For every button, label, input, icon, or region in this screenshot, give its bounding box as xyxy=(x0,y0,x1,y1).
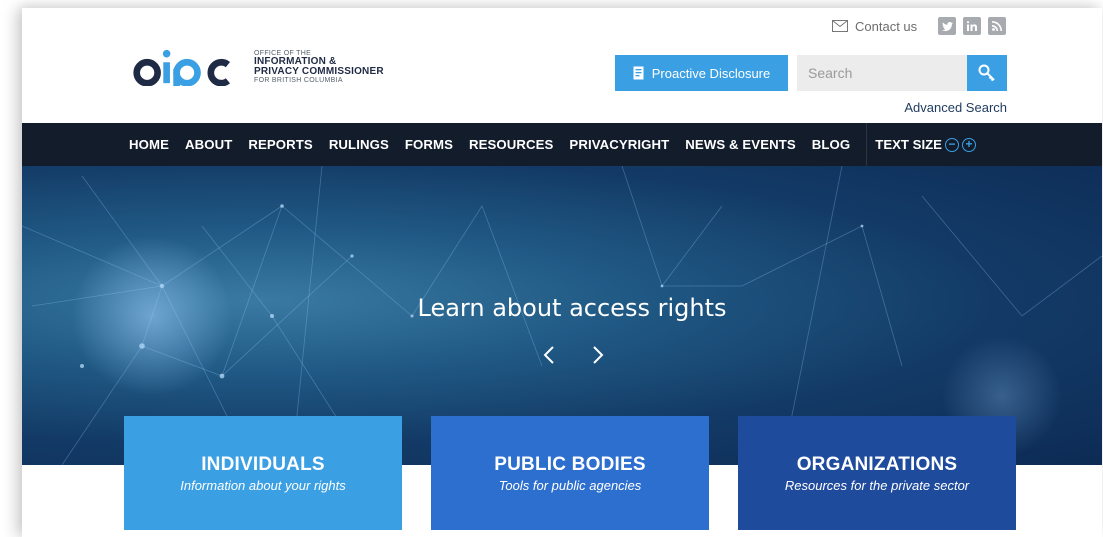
logo-line4: FOR BRITISH COLUMBIA xyxy=(254,77,343,84)
card-title: ORGANIZATIONS xyxy=(796,453,958,475)
nav-item-rulings[interactable]: RULINGS xyxy=(329,137,389,152)
text-size-label: TEXT SIZE xyxy=(875,137,942,152)
nav-item-forms[interactable]: FORMS xyxy=(405,137,453,152)
twitter-icon[interactable] xyxy=(938,17,957,35)
oipc-logo[interactable]: OFFICE OF THE INFORMATION & PRIVACY COMM… xyxy=(132,48,384,86)
nav-item-privacyright[interactable]: PRIVACYRIGHT xyxy=(569,137,669,152)
proactive-disclosure-button[interactable]: Proactive Disclosure xyxy=(615,55,788,91)
advanced-search-link[interactable]: Advanced Search xyxy=(904,100,1007,115)
card-individuals[interactable]: INDIVIDUALS Information about your right… xyxy=(124,416,402,530)
text-size-decrease-icon[interactable]: − xyxy=(944,137,959,152)
nav-item-news-events[interactable]: NEWS & EVENTS xyxy=(685,137,795,152)
text-size-increase-icon[interactable]: + xyxy=(961,137,976,152)
utility-bar: Contact us xyxy=(832,16,1007,36)
logo-line3: PRIVACY COMMISSIONER xyxy=(254,66,384,77)
card-subtitle: Tools for public agencies xyxy=(498,477,642,493)
rss-icon[interactable] xyxy=(988,17,1007,35)
card-title: INDIVIDUALS xyxy=(201,453,325,475)
search-input[interactable] xyxy=(797,55,967,91)
chevron-left-icon[interactable] xyxy=(539,344,561,366)
logo-wordmark: OFFICE OF THE INFORMATION & PRIVACY COMM… xyxy=(254,50,384,84)
linkedin-icon[interactable] xyxy=(963,17,982,35)
nav-item-reports[interactable]: REPORTS xyxy=(248,137,312,152)
hero-title: Learn about access rights xyxy=(417,294,727,322)
nav-item-resources[interactable]: RESOURCES xyxy=(469,137,553,152)
contact-link[interactable]: Contact us xyxy=(832,19,917,34)
card-subtitle: Resources for the private sector xyxy=(784,477,970,493)
card-organizations[interactable]: ORGANIZATIONS Resources for the private … xyxy=(738,416,1016,530)
search-button[interactable] xyxy=(967,55,1007,91)
card-public-bodies[interactable]: PUBLIC BODIES Tools for public agencies xyxy=(431,416,709,530)
browser-page: Contact us OFFICE OF THE INFORMATION & P… xyxy=(22,8,1102,537)
contact-label: Contact us xyxy=(855,18,918,34)
text-size-control: TEXT SIZE − + xyxy=(866,123,976,166)
nav-item-about[interactable]: ABOUT xyxy=(185,137,232,152)
card-subtitle: Information about your rights xyxy=(180,477,346,493)
oipc-logo-mark xyxy=(133,49,231,86)
card-title: PUBLIC BODIES xyxy=(494,453,646,475)
nav-item-blog[interactable]: BLOG xyxy=(812,137,851,152)
chevron-right-icon[interactable] xyxy=(586,344,608,366)
mail-icon xyxy=(832,20,848,32)
search-icon xyxy=(978,64,995,82)
main-nav: HOME ABOUT REPORTS RULINGS FORMS RESOURC… xyxy=(22,123,1102,166)
document-icon xyxy=(633,66,644,80)
nav-item-home[interactable]: HOME xyxy=(129,137,169,152)
proactive-disclosure-label: Proactive Disclosure xyxy=(651,65,771,81)
